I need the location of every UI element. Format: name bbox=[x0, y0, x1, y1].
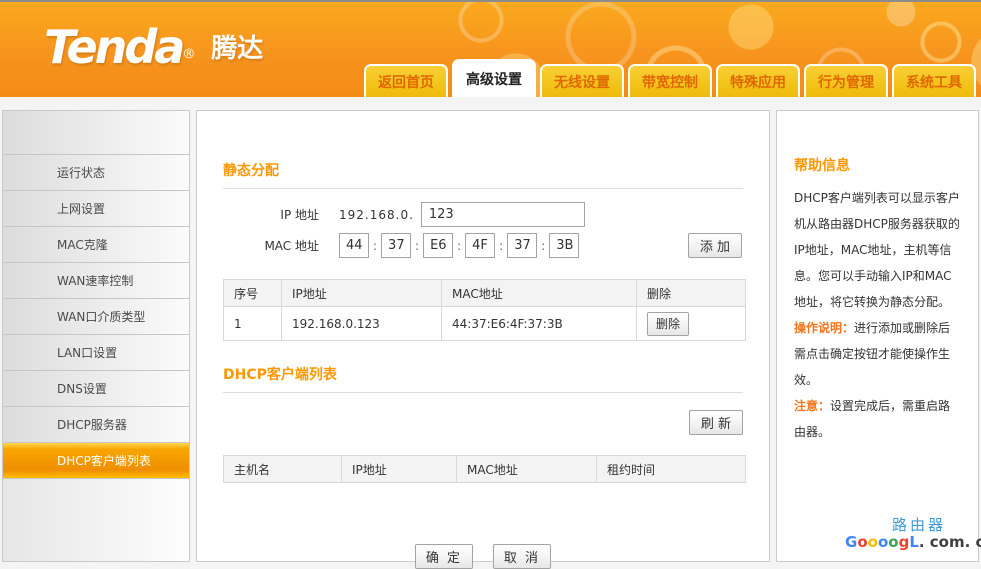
dhcp-table-head: 主机名IP地址MAC地址租约时间 bbox=[224, 456, 746, 483]
ip-address-label: IP 地址 bbox=[223, 206, 319, 223]
tab-system-tools[interactable]: 系统工具 bbox=[892, 64, 976, 97]
help-paragraph-3: 注意：设置完成后，需重启路由器。 bbox=[794, 393, 962, 445]
logo-text-en: Tenda bbox=[44, 20, 182, 74]
sidebar-item-internet-settings[interactable]: 上网设置 bbox=[3, 190, 189, 226]
mac-address-label: MAC 地址 bbox=[223, 237, 319, 254]
mac-separator: : bbox=[541, 239, 545, 253]
sidebar-filler bbox=[3, 478, 189, 561]
tenda-logo: Tenda® 腾达 bbox=[44, 20, 263, 74]
mac-separator: : bbox=[373, 239, 377, 253]
sidebar-item-dhcp-client-list[interactable]: DHCP客户端列表 bbox=[3, 442, 189, 478]
dhcp-table-header: IP地址 bbox=[342, 456, 457, 483]
mac-octet-input-4[interactable] bbox=[507, 233, 537, 258]
static-assignment-table: 序号IP地址MAC地址删除 1192.168.0.12344:37:E6:4F:… bbox=[223, 279, 746, 341]
watermark-letter: o bbox=[888, 533, 898, 551]
logo-text-cn: 腾达 bbox=[211, 34, 263, 64]
help-note-label: 注意： bbox=[794, 399, 830, 413]
mac-octet-input-0[interactable] bbox=[339, 233, 369, 258]
table-header-row: 主机名IP地址MAC地址租约时间 bbox=[224, 456, 746, 483]
dhcp-table-header: MAC地址 bbox=[457, 456, 597, 483]
static-table-header: 序号 bbox=[224, 280, 282, 307]
watermark: 路由器 GoooogL. com. cn bbox=[842, 511, 980, 561]
static-table-header: IP地址 bbox=[282, 280, 442, 307]
mac-address-row: MAC 地址 ::::: 添 加 bbox=[223, 233, 743, 258]
tab-special-apps[interactable]: 特殊应用 bbox=[716, 64, 800, 97]
add-button[interactable]: 添 加 bbox=[688, 233, 742, 258]
ok-button[interactable]: 确 定 bbox=[415, 544, 473, 569]
mac-separator: : bbox=[457, 239, 461, 253]
mac-separator: : bbox=[415, 239, 419, 253]
watermark-url-text: GoooogL. com. cn bbox=[845, 533, 981, 551]
sidebar-item-dhcp-server[interactable]: DHCP服务器 bbox=[3, 406, 189, 442]
dhcp-client-list-title: DHCP客户端列表 bbox=[223, 364, 743, 384]
watermark-letter: o bbox=[868, 533, 878, 551]
static-table-head: 序号IP地址MAC地址删除 bbox=[224, 280, 746, 307]
mac-octet-input-2[interactable] bbox=[423, 233, 453, 258]
sidebar-spacer bbox=[3, 111, 189, 154]
dhcp-table-header: 主机名 bbox=[224, 456, 342, 483]
divider bbox=[223, 188, 743, 189]
help-title: 帮助信息 bbox=[794, 155, 962, 175]
watermark-cn-text: 路由器 bbox=[892, 514, 946, 535]
mac-separator: : bbox=[499, 239, 503, 253]
watermark-letters: GoooogL bbox=[845, 533, 919, 551]
ip-last-octet-input[interactable] bbox=[421, 202, 585, 227]
watermark-letter: g bbox=[899, 533, 910, 551]
header: Tenda® 腾达 返回首页高级设置无线设置带宽控制特殊应用行为管理系统工具 bbox=[0, 0, 981, 97]
static-table-header: 删除 bbox=[637, 280, 746, 307]
help-panel: 帮助信息 DHCP客户端列表可以显示客户机从路由器DHCP服务器获取的IP地址，… bbox=[776, 110, 979, 562]
delete-button[interactable]: 删除 bbox=[647, 312, 689, 336]
tab-bandwidth[interactable]: 带宽控制 bbox=[628, 64, 712, 97]
cancel-button[interactable]: 取 消 bbox=[493, 544, 551, 569]
table-cell-ip: 192.168.0.123 bbox=[282, 307, 442, 341]
table-header-row: 序号IP地址MAC地址删除 bbox=[224, 280, 746, 307]
watermark-letter: G bbox=[845, 533, 857, 551]
ip-prefix-text: 192.168.0. bbox=[339, 208, 414, 222]
help-paragraph-2: 操作说明：进行添加或删除后需点击确定按钮才能使操作生效。 bbox=[794, 315, 962, 393]
table-cell-delete: 删除 bbox=[637, 307, 746, 341]
main-panel: 静态分配 IP 地址 192.168.0. MAC 地址 ::::: 添 加 序… bbox=[196, 110, 770, 562]
sidebar-item-wan-rate-control[interactable]: WAN速率控制 bbox=[3, 262, 189, 298]
help-ops-label: 操作说明： bbox=[794, 321, 854, 335]
refresh-row: 刷 新 bbox=[223, 410, 743, 435]
sidebar-item-lan-settings[interactable]: LAN口设置 bbox=[3, 334, 189, 370]
static-table-body: 1192.168.0.12344:37:E6:4F:37:3B 删除 bbox=[224, 307, 746, 341]
sidebar-item-mac-clone[interactable]: MAC克隆 bbox=[3, 226, 189, 262]
static-assignment-title: 静态分配 bbox=[223, 160, 743, 180]
sidebar-item-running-status[interactable]: 运行状态 bbox=[3, 154, 189, 190]
divider bbox=[223, 392, 743, 393]
watermark-suffix: . com. cn bbox=[919, 533, 981, 551]
registered-mark-icon: ® bbox=[182, 47, 195, 62]
sidebar-menu: 运行状态上网设置MAC克隆WAN速率控制WAN口介质类型LAN口设置DNS设置D… bbox=[2, 110, 190, 562]
table-cell-mac: 44:37:E6:4F:37:3B bbox=[442, 307, 637, 341]
ip-address-row: IP 地址 192.168.0. bbox=[223, 202, 743, 227]
sidebar-item-dns-settings[interactable]: DNS设置 bbox=[3, 370, 189, 406]
mac-octet-input-3[interactable] bbox=[465, 233, 495, 258]
refresh-button[interactable]: 刷 新 bbox=[689, 410, 743, 435]
dhcp-table-header: 租约时间 bbox=[597, 456, 746, 483]
action-button-row: 确 定 取 消 bbox=[223, 544, 743, 569]
static-table-header: MAC地址 bbox=[442, 280, 637, 307]
mac-input-group: ::::: bbox=[339, 233, 579, 258]
mac-octet-input-1[interactable] bbox=[381, 233, 411, 258]
watermark-letter: L bbox=[909, 533, 919, 551]
table-cell-no: 1 bbox=[224, 307, 282, 341]
sidebar-item-wan-media-type[interactable]: WAN口介质类型 bbox=[3, 298, 189, 334]
watermark-letter: o bbox=[878, 533, 888, 551]
tab-wireless[interactable]: 无线设置 bbox=[540, 64, 624, 97]
dhcp-client-table: 主机名IP地址MAC地址租约时间 bbox=[223, 455, 746, 483]
tab-home[interactable]: 返回首页 bbox=[364, 64, 448, 97]
tab-bar: 返回首页高级设置无线设置带宽控制特殊应用行为管理系统工具 bbox=[364, 59, 976, 97]
static-table-row: 1192.168.0.12344:37:E6:4F:37:3B 删除 bbox=[224, 307, 746, 341]
tab-advanced[interactable]: 高级设置 bbox=[452, 59, 536, 97]
watermark-letter: o bbox=[857, 533, 867, 551]
help-paragraph-1: DHCP客户端列表可以显示客户机从路由器DHCP服务器获取的IP地址，MAC地址… bbox=[794, 185, 962, 315]
tab-behavior[interactable]: 行为管理 bbox=[804, 64, 888, 97]
mac-octet-input-5[interactable] bbox=[549, 233, 579, 258]
